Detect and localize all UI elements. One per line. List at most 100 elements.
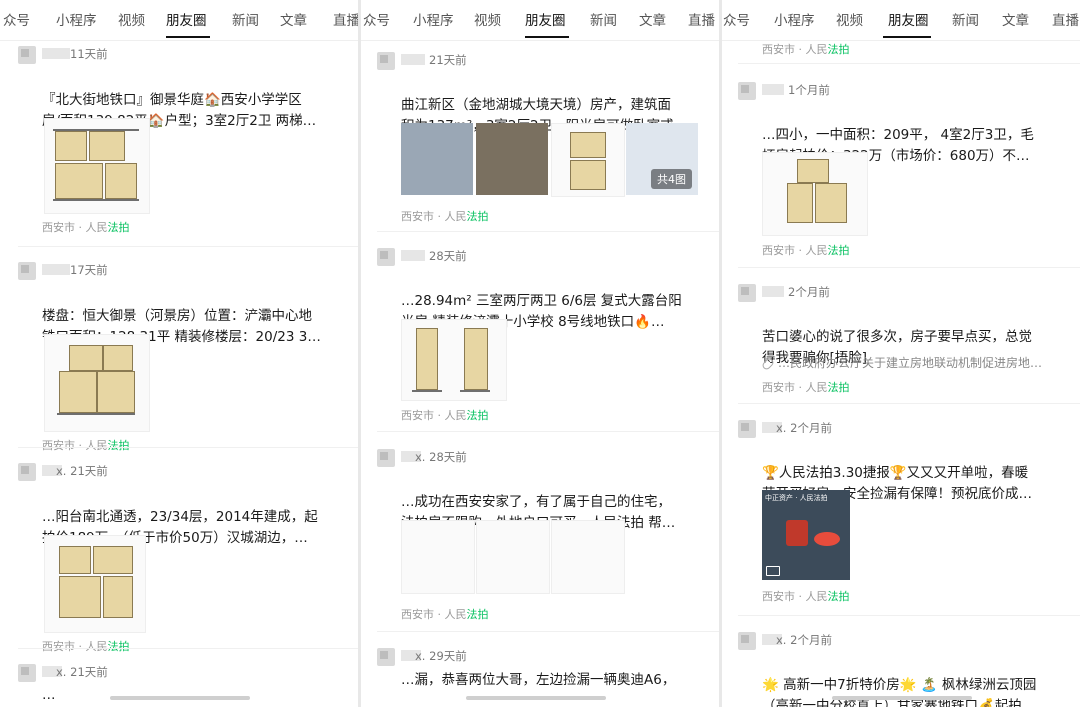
avatar[interactable] — [738, 632, 756, 650]
post-location: 西安市 · 人民法拍 — [762, 381, 850, 394]
post-divider — [18, 447, 358, 448]
tab-videos[interactable]: 视频 — [474, 9, 501, 29]
tab-mini-programs[interactable]: 小程序 — [774, 9, 815, 29]
avatar[interactable] — [18, 262, 36, 280]
avatar[interactable] — [18, 463, 36, 481]
moments-feed[interactable]: 21天前 曲江新区（金地湖城大境天境）房产，建筑面 积为137m²，3室2厅2卫… — [361, 41, 719, 707]
avatar[interactable] — [738, 82, 756, 100]
post-location: 西安市 · 人民法拍 — [762, 43, 850, 56]
search-tabs: 众号 小程序 视频 朋友圈 新闻 文章 直播 — [361, 0, 719, 41]
post-divider — [18, 246, 358, 247]
tab-news[interactable]: 新闻 — [590, 9, 617, 29]
home-indicator — [110, 696, 250, 700]
tab-official-accounts[interactable]: 众号 — [3, 9, 30, 29]
post-text-line: 楼盘：恒大御景（河景房）位置：浐灞中心地 — [42, 308, 312, 324]
search-screen-1: 众号 小程序 视频 朋友圈 新闻 文章 直播 11天前 『北大街地铁口』御景华庭… — [0, 0, 358, 707]
tab-news[interactable]: 新闻 — [952, 9, 979, 29]
tab-moments[interactable]: 朋友圈 — [888, 9, 929, 29]
home-indicator — [832, 696, 972, 700]
post-divider — [738, 267, 1080, 268]
avatar[interactable] — [377, 52, 395, 70]
screenshot-image[interactable] — [401, 520, 475, 594]
tab-official-accounts[interactable]: 众号 — [363, 9, 390, 29]
tab-live[interactable]: 直播 — [688, 9, 715, 29]
floor-plan-image[interactable] — [44, 535, 146, 633]
tab-videos[interactable]: 视频 — [118, 9, 145, 29]
tab-articles[interactable]: 文章 — [639, 9, 666, 29]
post-divider — [738, 615, 1080, 616]
post-time: 21天前 — [429, 53, 467, 67]
video-thumbnail[interactable]: 中正资产 · 人民法拍 — [762, 490, 850, 580]
avatar[interactable] — [738, 284, 756, 302]
post-text-line: 苦口婆心的说了很多次，房子要早点买，总觉 — [762, 329, 1032, 345]
property-photo[interactable] — [401, 123, 473, 195]
tab-mini-programs[interactable]: 小程序 — [56, 9, 97, 29]
moments-feed[interactable]: 西安市 · 人民法拍 1个月前 …四小，一中面积：209平， 4室2厅3卫，毛 … — [722, 41, 1080, 707]
post-location: 西安市 · 人民法拍 — [401, 210, 489, 223]
post-divider — [377, 631, 719, 632]
avatar[interactable] — [377, 248, 395, 266]
shared-link[interactable]: …民政府办公厅关于建立房地联动机制促进房地… — [760, 354, 1042, 371]
floor-plan-image[interactable] — [762, 152, 868, 236]
post-text-line: …成功在西安安家了，有了属于自己的住宅， — [401, 494, 671, 510]
property-photo[interactable] — [476, 123, 548, 195]
post-time: 1个月前 — [788, 83, 830, 97]
post-time: x. 29天前 — [415, 649, 467, 663]
avatar[interactable] — [377, 648, 395, 666]
tab-official-accounts[interactable]: 众号 — [723, 9, 750, 29]
username-blurred — [762, 286, 784, 297]
avatar[interactable] — [738, 420, 756, 438]
active-tab-indicator — [883, 36, 931, 38]
post-text: …漏，恭喜两位大哥，左边捡漏一辆奥迪A6， — [401, 672, 676, 688]
post-location: 西安市 · 人民法拍 — [42, 640, 130, 653]
tab-live[interactable]: 直播 — [1052, 9, 1079, 29]
tab-news[interactable]: 新闻 — [232, 9, 259, 29]
post-divider — [377, 231, 719, 232]
search-screen-2: 众号 小程序 视频 朋友圈 新闻 文章 直播 21天前 曲江新区（金地湖城大境天… — [361, 0, 719, 707]
post-divider — [18, 648, 358, 649]
tab-moments[interactable]: 朋友圈 — [166, 9, 207, 29]
post-time: x. 21天前 — [56, 464, 108, 478]
post-location: 西安市 · 人民法拍 — [401, 608, 489, 621]
floor-plan-image[interactable] — [44, 118, 150, 214]
post-time: 2个月前 — [788, 285, 830, 299]
tab-videos[interactable]: 视频 — [836, 9, 863, 29]
video-watermark: 中正资产 · 人民法拍 — [765, 494, 828, 502]
search-tabs: 众号 小程序 视频 朋友圈 新闻 文章 直播 — [0, 0, 358, 41]
post-divider — [738, 63, 1080, 64]
post-text-line: …四小，一中面积：209平， 4室2厅3卫，毛 — [762, 127, 1034, 143]
tab-articles[interactable]: 文章 — [1002, 9, 1029, 29]
screenshot-image[interactable] — [476, 520, 550, 594]
post-location: 西安市 · 人民法拍 — [401, 409, 489, 422]
tab-live[interactable]: 直播 — [333, 9, 358, 29]
post-divider — [738, 403, 1080, 404]
post-time: 28天前 — [429, 249, 467, 263]
post-time: 11天前 — [70, 47, 108, 61]
post-time: 17天前 — [70, 263, 108, 277]
post-text-line: 『北大街地铁口』御景华庭🏠西安小学学区 — [42, 92, 302, 108]
moments-feed[interactable]: 11天前 『北大街地铁口』御景华庭🏠西安小学学区 房/面积139.82平🏠户型；… — [0, 41, 358, 707]
tab-articles[interactable]: 文章 — [280, 9, 307, 29]
post-location: 西安市 · 人民法拍 — [762, 244, 850, 257]
post-time: x. 28天前 — [415, 450, 467, 464]
floor-plan-image[interactable] — [551, 123, 625, 197]
username-blurred — [401, 250, 425, 261]
avatar[interactable] — [377, 449, 395, 467]
search-screen-3: 众号 小程序 视频 朋友圈 新闻 文章 直播 西安市 · 人民法拍 1个月前 …… — [722, 0, 1080, 707]
screenshot-image[interactable] — [551, 520, 625, 594]
post-time: x. 21天前 — [56, 665, 108, 679]
image-count-badge: 共4图 — [651, 169, 692, 189]
avatar[interactable] — [18, 664, 36, 682]
floor-plan-image[interactable] — [401, 319, 507, 401]
username-blurred — [401, 54, 425, 65]
home-indicator — [466, 696, 606, 700]
tab-moments[interactable]: 朋友圈 — [525, 9, 566, 29]
avatar[interactable] — [18, 46, 36, 64]
post-divider — [377, 431, 719, 432]
floor-plan-image[interactable] — [44, 334, 150, 432]
active-tab-indicator — [166, 36, 210, 38]
video-icon — [766, 566, 780, 576]
map-image[interactable]: 共4图 — [626, 123, 698, 195]
post-text-line: …28.94m² 三室两厅两卫 6/6层 复式大露台阳 — [401, 293, 682, 309]
tab-mini-programs[interactable]: 小程序 — [413, 9, 454, 29]
